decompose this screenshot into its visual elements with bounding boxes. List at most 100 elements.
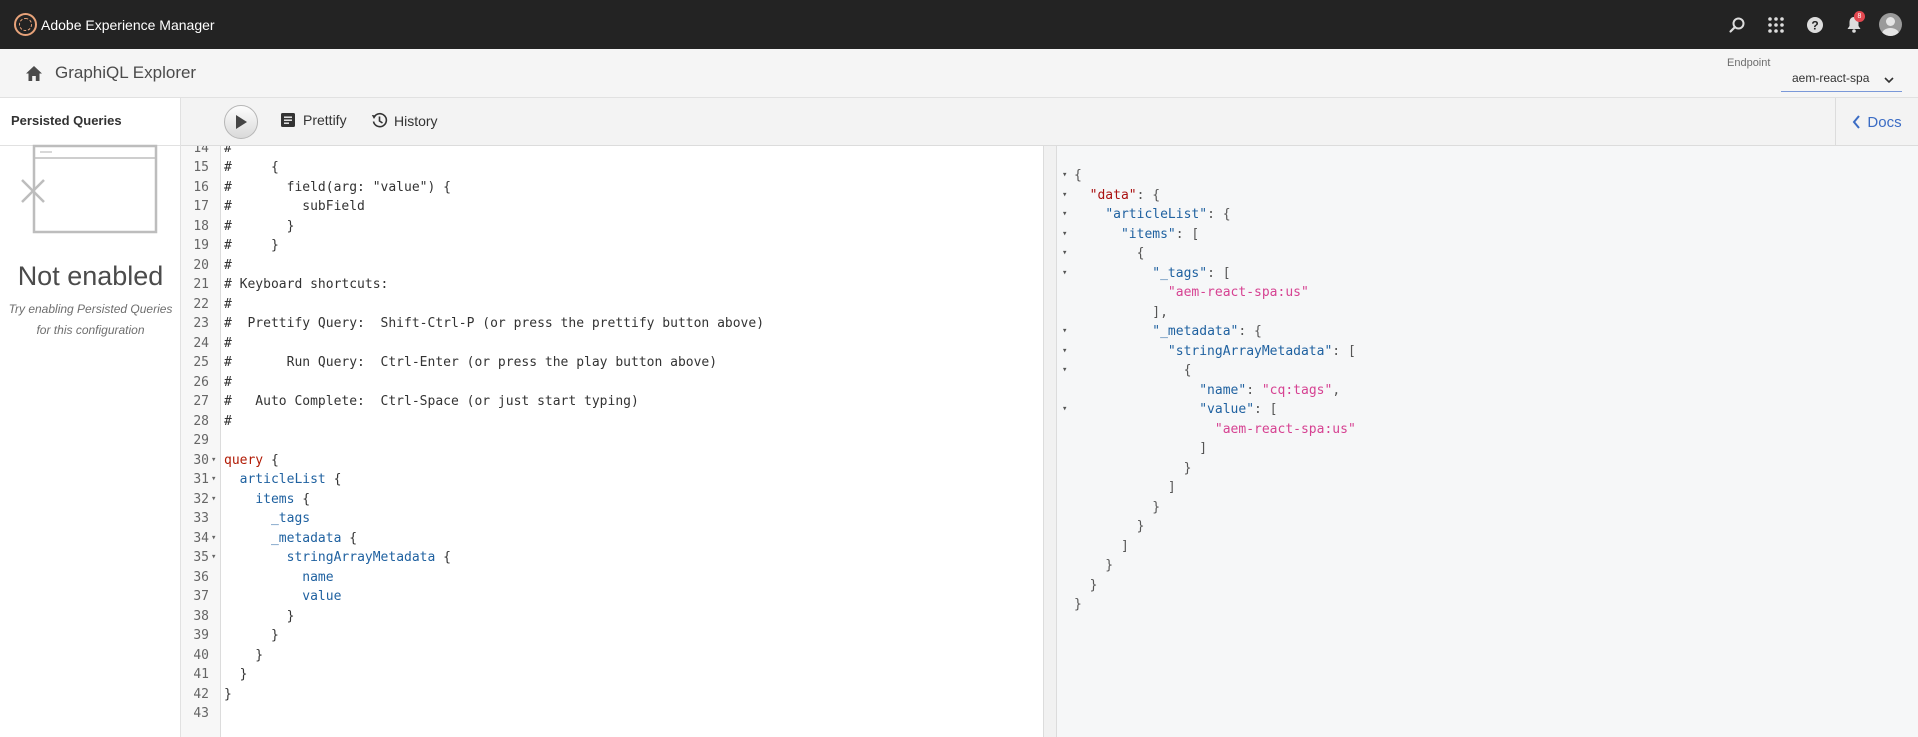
avatar[interactable] (1879, 13, 1902, 36)
execute-query-button[interactable] (224, 105, 258, 139)
fold-toggle-icon[interactable]: ▾ (1062, 322, 1067, 342)
fold-toggle-icon[interactable]: ▾ (1062, 264, 1067, 284)
aem-logo-icon (14, 13, 37, 36)
code-text: items { (255, 491, 311, 507)
docs-button[interactable]: Docs (1835, 98, 1918, 146)
endpoint-select[interactable]: aem-react-spa (1781, 64, 1902, 92)
code-text: } (224, 686, 232, 702)
result-text: } (1074, 558, 1114, 573)
code-text: # subField (224, 199, 365, 214)
code-text: # (224, 296, 232, 312)
code-text: articleList { (239, 472, 342, 487)
code-text: } (224, 647, 264, 663)
fold-toggle-icon[interactable]: ▾ (1062, 342, 1067, 362)
help-icon[interactable]: ? (1795, 0, 1834, 49)
line-number: 40 (193, 647, 209, 663)
apps-grid-icon[interactable] (1756, 0, 1795, 49)
endpoint-label: Endpoint (1727, 57, 1771, 69)
query-editor[interactable]: 14 #15 # {16 # field(arg: "value") {17 # sub… (181, 146, 1043, 737)
fold-toggle-icon[interactable]: ▾ (1062, 166, 1067, 186)
line-number: 30 (193, 452, 209, 468)
empty-state-description: Try enabling Persisted Queries for this … (8, 302, 173, 337)
play-icon (236, 115, 247, 129)
history-button[interactable]: History (371, 112, 438, 129)
code-text: # (224, 335, 232, 351)
code-text: value (302, 589, 342, 604)
top-icons: ? 8 (1717, 0, 1918, 49)
code-text: _metadata { (270, 530, 358, 546)
page-title: GraphiQL Explorer (55, 63, 197, 82)
code-text: # (224, 146, 232, 156)
code-text: _tags (270, 511, 311, 526)
line-number: 23 (193, 316, 209, 331)
bell-icon[interactable]: 8 (1834, 0, 1873, 49)
fold-toggle-icon[interactable]: ▾ (1062, 205, 1067, 225)
line-number: 36 (193, 569, 209, 585)
result-text: "_metadata": { (1152, 324, 1262, 339)
persisted-queries-panel: Persisted Queries Not enabled Try enabli… (0, 98, 181, 737)
line-number: 21 (193, 277, 209, 292)
result-text: } (1074, 499, 1161, 515)
line-number: 33 (193, 511, 209, 526)
line-number: 16 (193, 179, 209, 195)
line-number: 20 (193, 257, 209, 273)
fold-toggle-icon[interactable]: ▾ (1062, 400, 1067, 420)
line-number: 19 (193, 238, 209, 253)
code-text: } (224, 628, 279, 643)
fold-toggle-icon[interactable]: ▾ (211, 548, 216, 568)
result-text: } (1074, 460, 1192, 476)
fold-toggle-icon[interactable]: ▾ (211, 451, 216, 471)
empty-state-illustration-icon (20, 144, 160, 239)
graphiql-toolbar: Prettify History Docs (181, 98, 1918, 146)
result-text: { (1074, 246, 1145, 261)
search-icon[interactable] (1717, 0, 1756, 49)
endpoint-value: aem-react-spa (1792, 71, 1870, 85)
result-text: "data": { (1089, 187, 1161, 203)
fold-toggle-icon[interactable]: ▾ (1062, 225, 1067, 245)
code-text: # (224, 257, 232, 273)
notification-badge: 8 (1854, 11, 1865, 22)
line-number: 38 (193, 608, 209, 624)
code-text: # Run Query: Ctrl-Enter (or press the pl… (224, 355, 718, 370)
brand[interactable]: Adobe Experience Manager (14, 13, 215, 36)
line-number: 43 (193, 706, 209, 721)
result-text: ] (1074, 441, 1208, 456)
docs-label: Docs (1867, 113, 1902, 131)
home-icon[interactable] (25, 65, 43, 87)
fold-toggle-icon[interactable]: ▾ (211, 470, 216, 490)
result-text: { (1074, 168, 1082, 183)
line-number: 17 (193, 199, 209, 214)
result-text: ] (1074, 538, 1129, 554)
fold-toggle-icon[interactable]: ▾ (1062, 244, 1067, 264)
line-number: 25 (193, 355, 209, 370)
fold-toggle-icon[interactable]: ▾ (1062, 361, 1067, 381)
pane-divider[interactable] (1043, 146, 1057, 737)
persisted-queries-title: Persisted Queries (0, 98, 180, 146)
history-icon (371, 112, 388, 128)
line-number: 32 (193, 491, 209, 507)
result-text: ] (1074, 480, 1176, 495)
empty-state-title: Not enabled (17, 261, 164, 291)
code-text: # } (224, 218, 295, 234)
line-number: 15 (193, 160, 209, 175)
fold-toggle-icon[interactable]: ▾ (1062, 186, 1067, 206)
line-number: 22 (193, 296, 209, 312)
result-text: "aem-react-spa:us" (1214, 421, 1356, 437)
result-text: "value": [ (1199, 402, 1278, 417)
line-number: 34 (193, 530, 209, 546)
code-text: # Keyboard shortcuts: (224, 277, 389, 292)
result-text: } (1074, 519, 1145, 534)
result-text: "_tags": [ (1152, 265, 1231, 281)
result-text: "stringArrayMetadata": [ (1167, 343, 1356, 359)
prettify-button[interactable]: Prettify (281, 112, 347, 128)
chevron-left-icon (1853, 115, 1861, 129)
top-bar: Adobe Experience Manager ? 8 (0, 0, 1918, 49)
fold-toggle-icon[interactable]: ▾ (211, 529, 216, 549)
fold-toggle-icon[interactable]: ▾ (211, 490, 216, 510)
line-number: 29 (193, 433, 209, 448)
line-number: 41 (193, 667, 209, 682)
app-title: Adobe Experience Manager (41, 16, 215, 33)
code-text: query { (224, 452, 279, 468)
page-header: GraphiQL Explorer Endpoint aem-react-spa (0, 49, 1918, 98)
line-number: 42 (193, 686, 209, 702)
